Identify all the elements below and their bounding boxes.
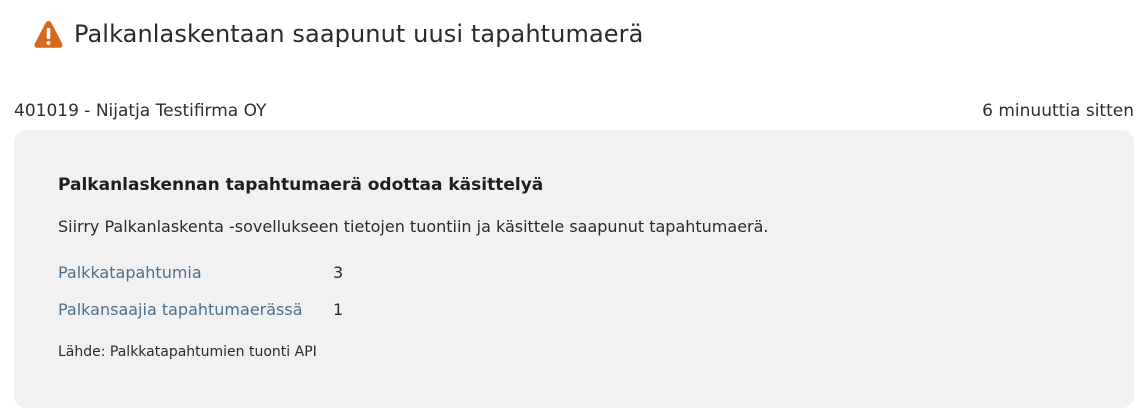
card-description: Siirry Palkanlaskenta -sovellukseen tiet… [58, 217, 769, 236]
stat-label: Palkkatapahtumia [58, 262, 202, 282]
card-title: Palkanlaskennan tapahtumaerä odottaa käs… [58, 175, 544, 195]
company-label: 401019 - Nijatja Testifirma OY [14, 101, 267, 121]
notification-card: Palkanlaskennan tapahtumaerä odottaa käs… [14, 130, 1134, 408]
stat-row-employees: Palkansaajia tapahtumaerässä 1 [58, 298, 343, 320]
source-label: Lähde: Palkkatapahtumien tuonti API [58, 344, 317, 360]
meta-row: 401019 - Nijatja Testifirma OY 6 minuutt… [14, 99, 1134, 123]
stat-value: 1 [333, 299, 344, 319]
stat-label: Palkansaajia tapahtumaerässä [58, 299, 303, 319]
timestamp: 6 minuuttia sitten [982, 101, 1134, 121]
stat-value: 3 [333, 262, 344, 282]
notification-header: Palkanlaskentaan saapunut uusi tapahtuma… [33, 16, 643, 52]
warning-icon [33, 19, 64, 50]
stat-row-events: Palkkatapahtumia 3 [58, 261, 343, 283]
page-title: Palkanlaskentaan saapunut uusi tapahtuma… [74, 20, 644, 48]
